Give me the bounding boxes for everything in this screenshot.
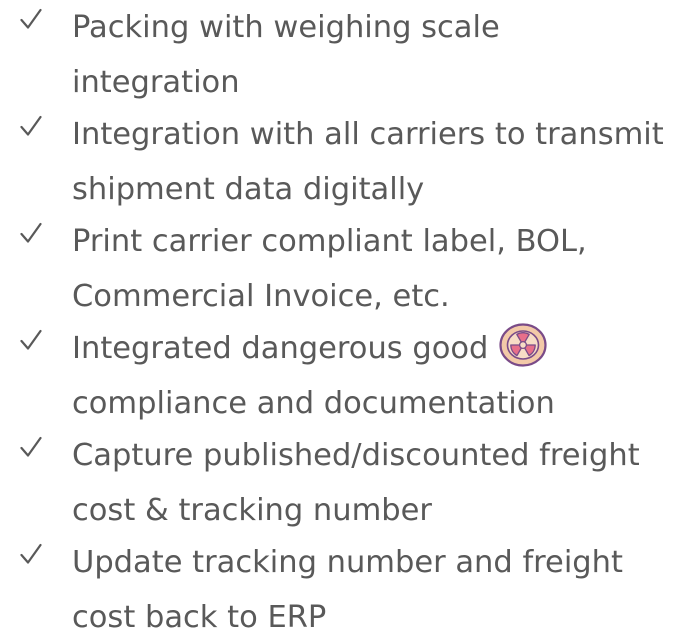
feature-checklist: Packing with weighing scale integration … xyxy=(0,0,685,632)
check-mark-icon xyxy=(20,222,42,244)
feature-text: Integrated dangerous good compliance and… xyxy=(72,321,685,431)
feature-line: cost back to ERP xyxy=(72,600,327,632)
feature-text: Integration with all carriers to transmi… xyxy=(72,107,685,217)
check-mark-icon xyxy=(20,115,42,137)
feature-line: Print carrier compliant label, BOL, xyxy=(72,224,587,259)
feature-text: Capture published/discounted freight cos… xyxy=(72,428,685,538)
check-mark-icon xyxy=(20,543,42,565)
feature-item-freight-cost-capture: Capture published/discounted freight cos… xyxy=(0,428,685,532)
feature-item-dangerous-goods: Integrated dangerous good compliance and… xyxy=(0,321,685,425)
feature-line: integration xyxy=(72,65,240,100)
feature-item-carrier-integration: Integration with all carriers to transmi… xyxy=(0,107,685,211)
feature-text: Update tracking number and freight cost … xyxy=(72,535,685,632)
feature-item-erp-update: Update tracking number and freight cost … xyxy=(0,535,685,632)
feature-line: Packing with weighing scale xyxy=(72,10,500,45)
feature-line: Capture published/discounted freight xyxy=(72,438,640,473)
radiation-hazard-icon xyxy=(498,322,548,368)
feature-line: Integration with all carriers to transmi… xyxy=(72,117,664,152)
feature-line: Integrated dangerous good xyxy=(72,321,685,376)
feature-line: Commercial Invoice, etc. xyxy=(72,279,450,314)
check-mark-icon xyxy=(20,329,42,351)
feature-item-carrier-labels: Print carrier compliant label, BOL, Comm… xyxy=(0,214,685,318)
feature-line: shipment data digitally xyxy=(72,172,425,207)
check-mark-icon xyxy=(20,436,42,458)
feature-line-text: Integrated dangerous good xyxy=(72,331,489,366)
feature-line: compliance and documentation xyxy=(72,386,555,421)
feature-text: Print carrier compliant label, BOL, Comm… xyxy=(72,214,685,324)
check-mark-icon xyxy=(20,8,42,30)
feature-line: cost & tracking number xyxy=(72,493,432,528)
feature-text: Packing with weighing scale integration xyxy=(72,0,685,110)
feature-item-weighing-scale: Packing with weighing scale integration xyxy=(0,0,685,104)
feature-line: Update tracking number and freight xyxy=(72,545,623,580)
